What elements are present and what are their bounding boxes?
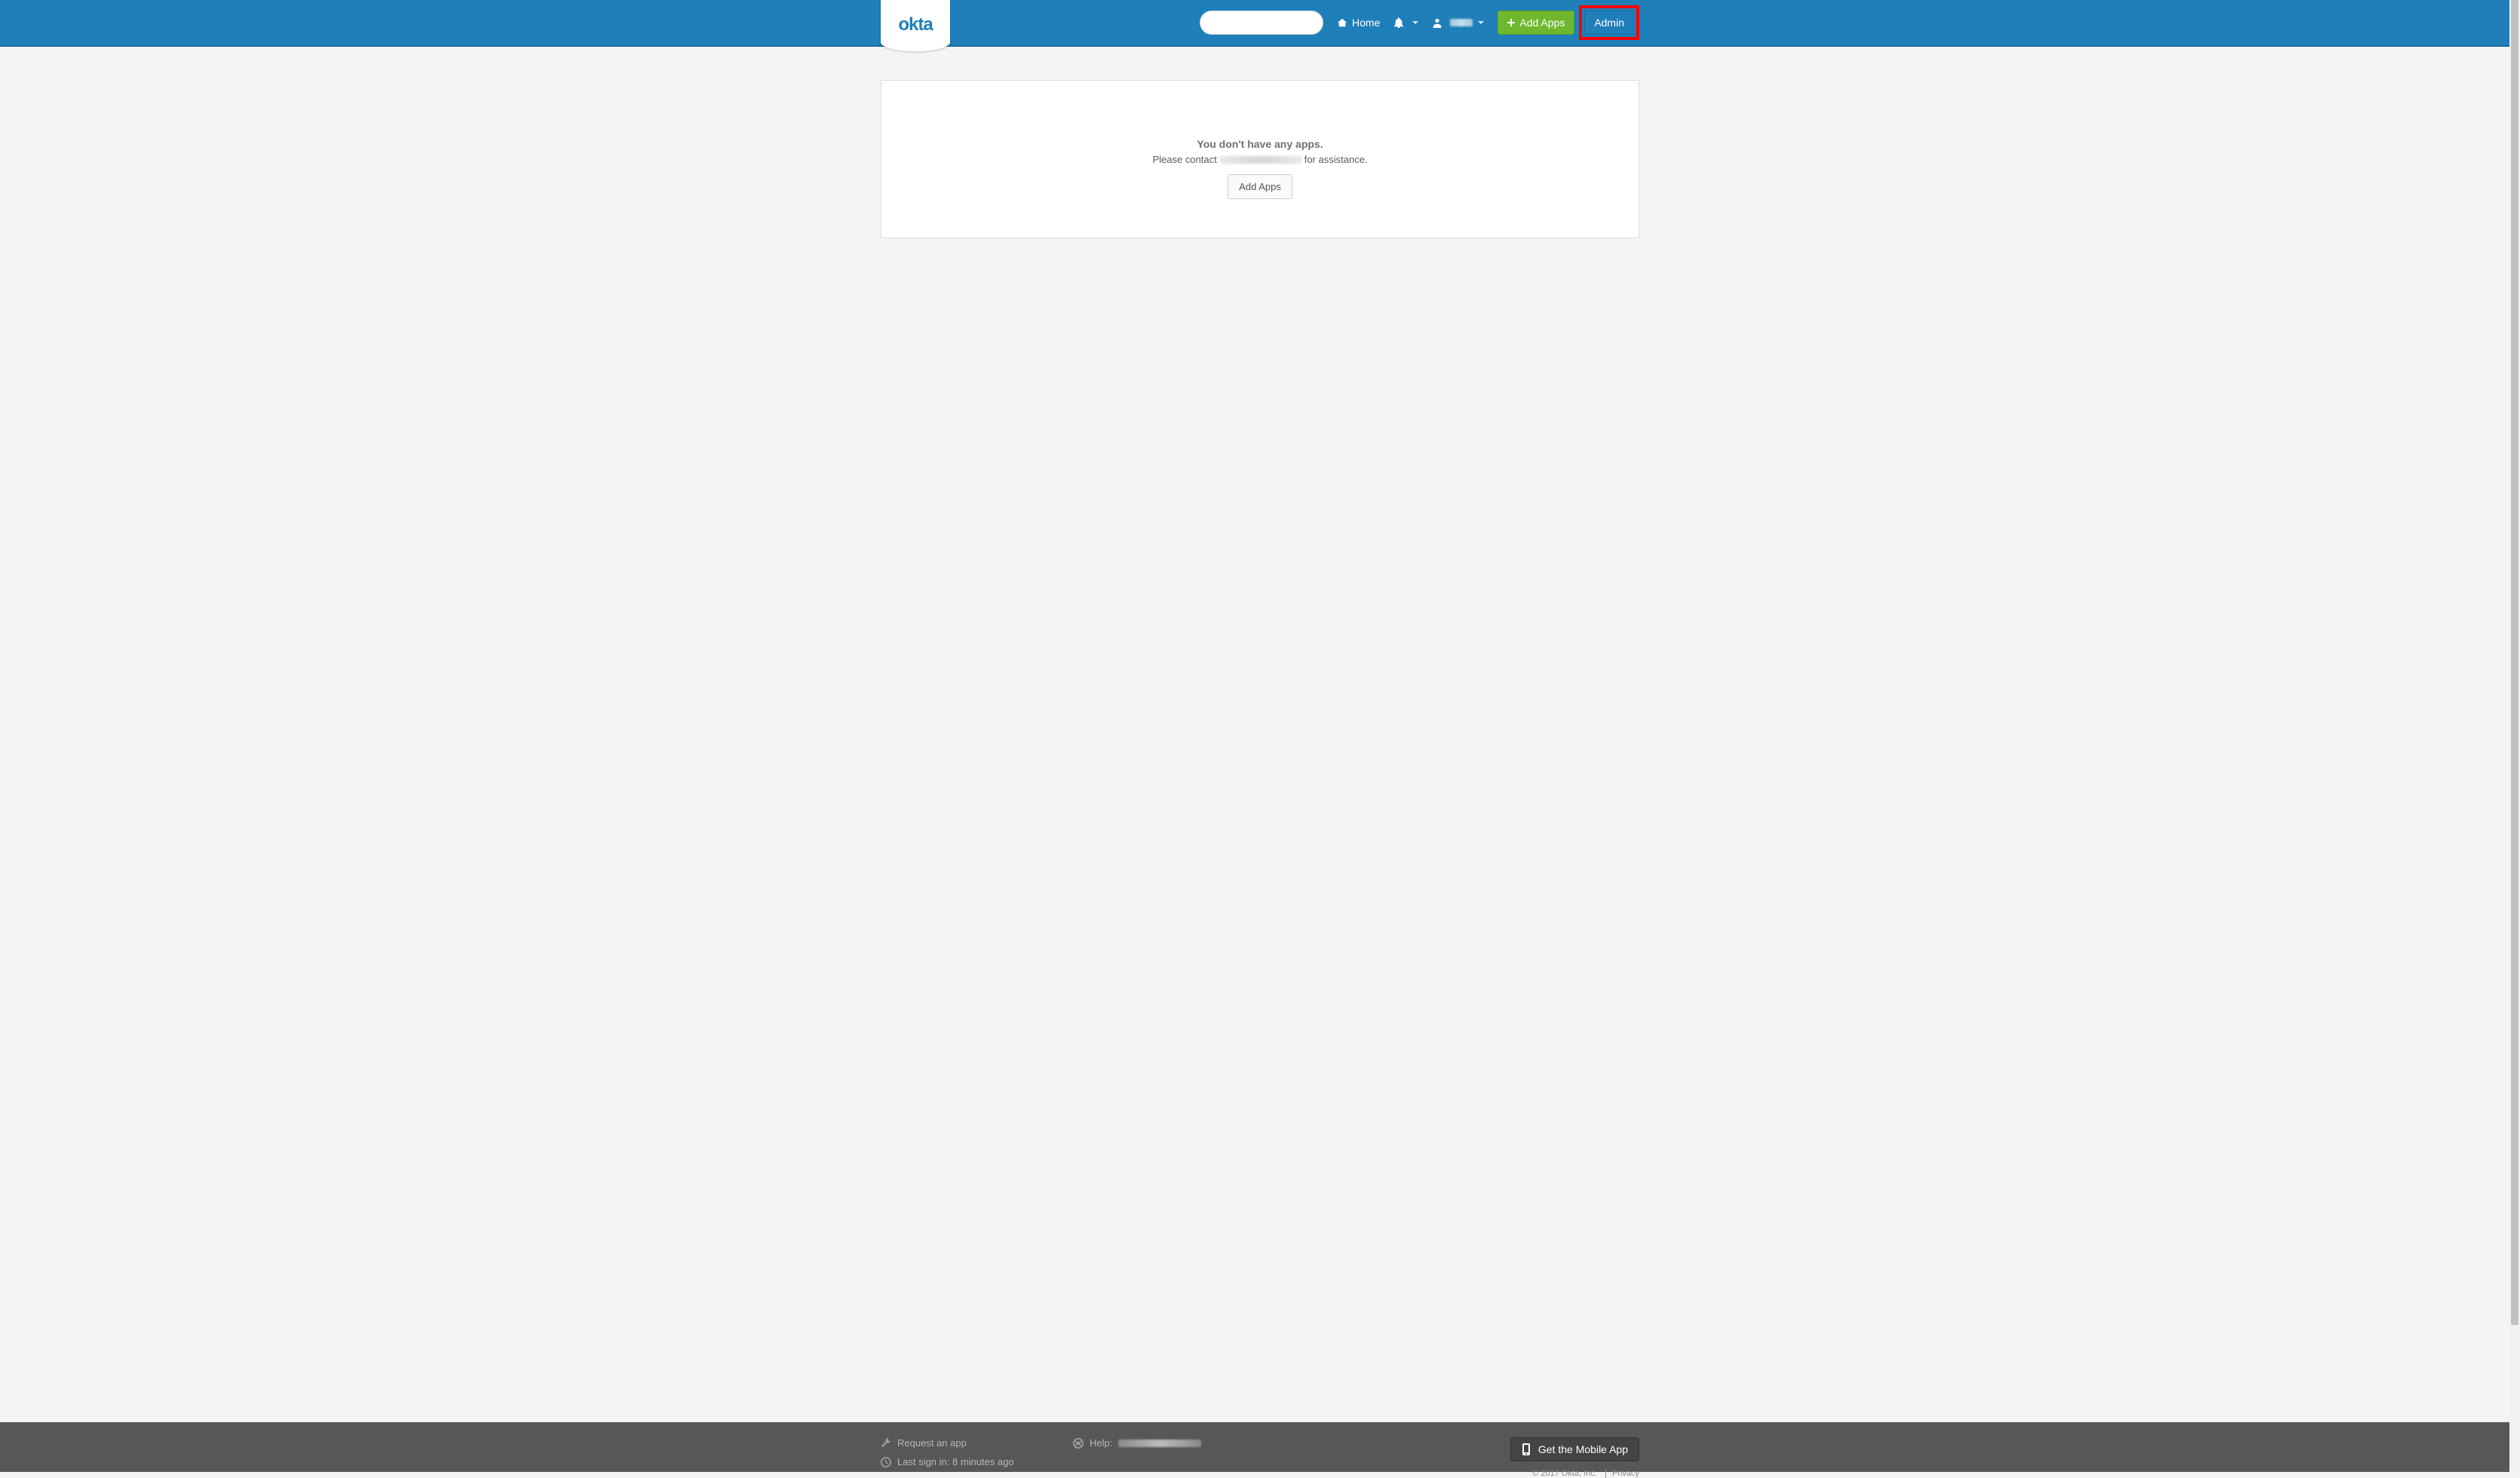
search-box[interactable] (1200, 11, 1323, 35)
mobile-icon (1522, 1443, 1531, 1455)
support-icon (1073, 1438, 1084, 1449)
legal-row: © 2017 Okta, Inc. Privacy (1510, 1469, 1639, 1478)
panel-wrap: You don't have any apps. Please contact … (881, 80, 1639, 238)
footer-col-help: Help: (1073, 1437, 1201, 1467)
empty-subtitle: Please contact for assistance. (1152, 154, 1367, 165)
scrollbar[interactable] (2509, 0, 2520, 1472)
nav-notifications[interactable] (1393, 17, 1418, 28)
mobile-button-label: Get the Mobile App (1538, 1443, 1628, 1455)
help-label: Help: (1090, 1437, 1112, 1449)
wrench-icon (881, 1438, 891, 1449)
empty-apps-panel: You don't have any apps. Please contact … (881, 80, 1639, 238)
search-input[interactable] (1212, 17, 1345, 29)
get-mobile-app-button[interactable]: Get the Mobile App (1510, 1437, 1639, 1461)
user-name-redacted (1450, 19, 1473, 26)
add-apps-label: Add Apps (1519, 17, 1565, 29)
help-link[interactable]: Help: (1073, 1437, 1201, 1449)
user-icon (1432, 17, 1442, 28)
nav-home-label: Home (1352, 17, 1380, 29)
request-app-link[interactable]: Request an app (881, 1437, 1073, 1449)
admin-button[interactable]: Admin (1584, 11, 1634, 35)
last-signin: Last sign in: 8 minutes ago (881, 1456, 1073, 1467)
request-app-label: Request an app (897, 1437, 967, 1449)
nav-home[interactable]: Home (1337, 17, 1380, 29)
nav-user-menu[interactable] (1432, 17, 1484, 28)
main-area: You don't have any apps. Please contact … (0, 47, 2520, 1422)
privacy-link[interactable]: Privacy (1605, 1469, 1639, 1478)
plus-icon (1507, 19, 1515, 26)
footer: Request an app Last sign in: 8 minutes a… (0, 1422, 2520, 1472)
clock-icon (881, 1457, 891, 1467)
chevron-down-icon (1412, 21, 1418, 24)
footer-inner: Request an app Last sign in: 8 minutes a… (881, 1437, 1639, 1467)
contact-suffix: for assistance. (1304, 154, 1368, 165)
home-icon (1337, 17, 1347, 28)
header-inner: okta Home Add Apps Admin (881, 0, 1639, 45)
bell-icon (1393, 17, 1404, 28)
footer-col-left: Request an app Last sign in: 8 minutes a… (881, 1437, 1073, 1467)
contact-redacted (1219, 155, 1302, 164)
copyright: © 2017 Okta, Inc. (1532, 1469, 1597, 1478)
empty-title: You don't have any apps. (897, 138, 1623, 150)
panel-add-apps-button[interactable]: Add Apps (1228, 174, 1292, 199)
admin-highlight-box: Admin (1579, 5, 1639, 40)
top-header: okta Home Add Apps Admin (0, 0, 2520, 47)
logo-container[interactable]: okta (881, 0, 950, 51)
okta-logo: okta (898, 14, 932, 35)
last-signin-label: Last sign in: 8 minutes ago (897, 1456, 1014, 1467)
chevron-down-icon (1478, 21, 1484, 24)
help-redacted (1118, 1440, 1201, 1447)
contact-prefix: Please contact (1152, 154, 1216, 165)
scrollbar-thumb[interactable] (2511, 0, 2518, 1325)
admin-label: Admin (1594, 17, 1624, 29)
add-apps-button[interactable]: Add Apps (1498, 11, 1574, 35)
